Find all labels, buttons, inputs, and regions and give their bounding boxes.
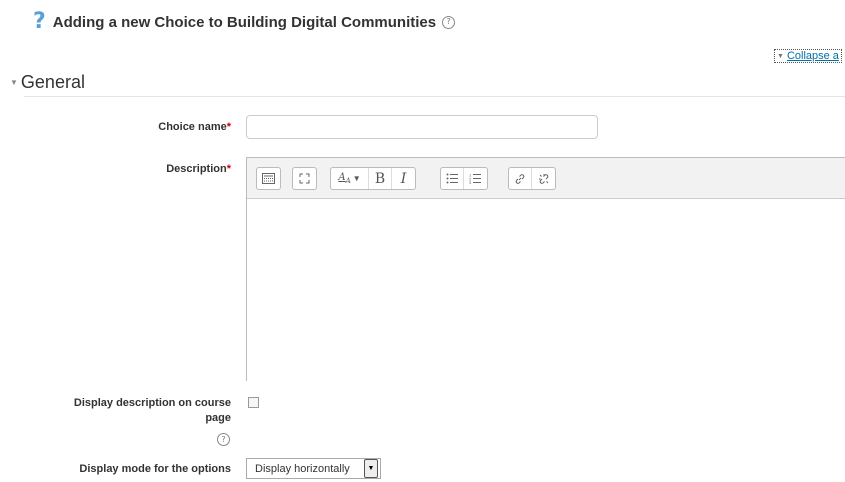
unlink-icon[interactable] [532, 168, 555, 189]
bold-icon[interactable]: B [369, 168, 392, 189]
display-mode-value: Display horizontally [255, 462, 350, 475]
link-icon[interactable] [509, 168, 532, 189]
description-editor: AA ▼ B I 123 [246, 157, 845, 382]
display-description-checkbox[interactable] [248, 397, 259, 408]
fullscreen-icon[interactable] [293, 168, 316, 189]
help-icon[interactable]: ? [442, 15, 456, 29]
help-question-icon[interactable]: ? [33, 11, 46, 33]
italic-icon[interactable]: I [392, 168, 415, 189]
toolbar-toggle-icon[interactable] [257, 168, 280, 189]
display-mode-label: Display mode for the options [79, 463, 231, 475]
description-textarea[interactable] [247, 199, 845, 382]
help-icon[interactable]: ? [217, 433, 230, 446]
page-heading: ? Adding a new Choice to Building Digita… [33, 11, 456, 33]
text-style-icon[interactable]: AA ▼ [331, 168, 369, 189]
required-mark: * [226, 121, 231, 133]
section-title: General [20, 72, 85, 92]
choice-name-label: Choice name* [158, 121, 231, 133]
display-mode-select[interactable]: Display horizontally ▼ [246, 458, 381, 479]
editor-toolbar: AA ▼ B I 123 [247, 158, 845, 199]
section-divider [24, 96, 845, 97]
display-description-label: Display description on course page [73, 397, 231, 424]
description-label: Description* [166, 163, 231, 175]
triangle-down-icon: ▼ [10, 78, 18, 87]
section-general-header[interactable]: ▼ General [10, 72, 85, 93]
svg-text:3: 3 [469, 180, 472, 184]
collapse-all-link[interactable]: ▼ Collapse a [774, 49, 842, 63]
numbered-list-icon[interactable]: 123 [464, 168, 487, 189]
page-title: Adding a new Choice to Building Digital … [52, 13, 437, 31]
collapse-all-label: Collapse a [786, 50, 839, 62]
triangle-down-icon: ▼ [777, 52, 784, 60]
required-mark: * [226, 163, 231, 175]
choice-name-input[interactable] [246, 115, 598, 139]
bullet-list-icon[interactable] [441, 168, 464, 189]
chevron-down-icon[interactable]: ▼ [364, 459, 378, 478]
